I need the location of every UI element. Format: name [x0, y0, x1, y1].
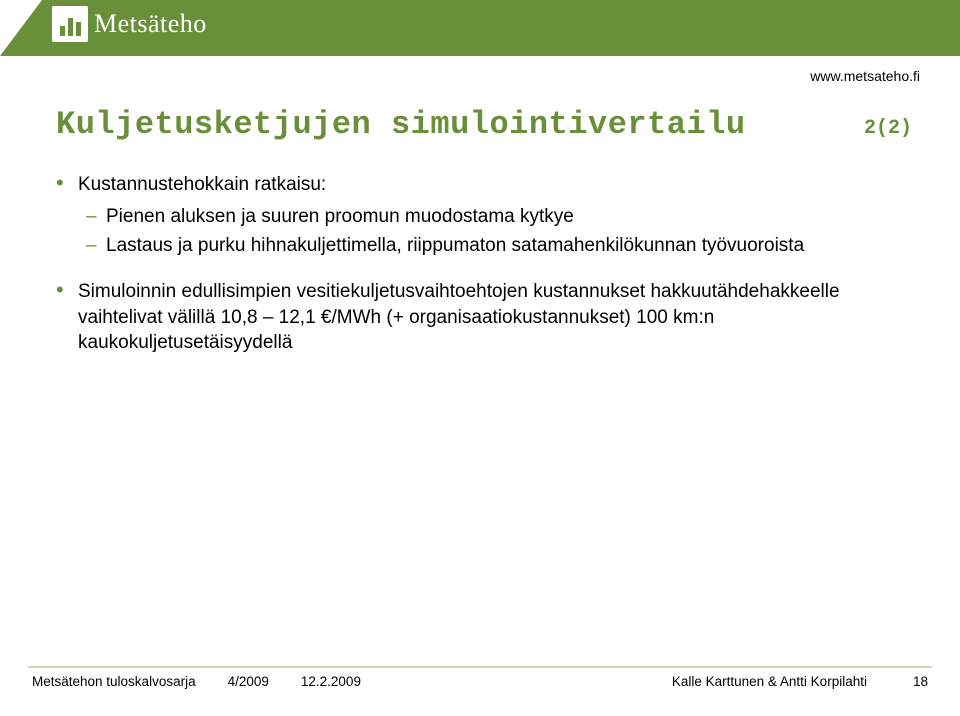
bullet-second: Simuloinnin edullisimpien vesitiekuljetu… [56, 279, 904, 356]
footer-page-number: 18 [913, 674, 928, 689]
header-triangle-decor [0, 0, 42, 56]
logo-mark-icon [52, 6, 88, 42]
footer-issue: 4/2009 [228, 674, 269, 689]
logo: Metsäteho [52, 6, 207, 42]
site-url: www.metsateho.fi [810, 68, 920, 84]
bullet-top-label: Kustannustehokkain ratkaisu: [78, 174, 326, 195]
bullet-top: Kustannustehokkain ratkaisu: [56, 172, 904, 198]
logo-text: Metsäteho [94, 9, 207, 39]
sub-item-1: Pienen aluksen ja suuren proomun muodost… [56, 204, 904, 230]
header-bar: Metsäteho [0, 0, 960, 56]
content-area: Kustannustehokkain ratkaisu: Pienen aluk… [56, 172, 904, 362]
footer: Metsätehon tuloskalvosarja 4/2009 12.2.2… [0, 666, 960, 696]
title-row: Kuljetusketjujen simulointivertailu 2(2) [56, 106, 912, 143]
footer-row: Metsätehon tuloskalvosarja 4/2009 12.2.2… [32, 674, 928, 689]
footer-divider [28, 666, 932, 668]
page-title: Kuljetusketjujen simulointivertailu [56, 106, 746, 143]
footer-authors: Kalle Karttunen & Antti Korpilahti [672, 674, 867, 689]
slide: Metsäteho www.metsateho.fi Kuljetusketju… [0, 0, 960, 716]
page-indicator: 2(2) [864, 117, 912, 140]
sub-item-2: Lastaus ja purku hihnakuljettimella, rii… [56, 233, 904, 259]
footer-date: 12.2.2009 [301, 674, 361, 689]
footer-series: Metsätehon tuloskalvosarja [32, 674, 196, 689]
